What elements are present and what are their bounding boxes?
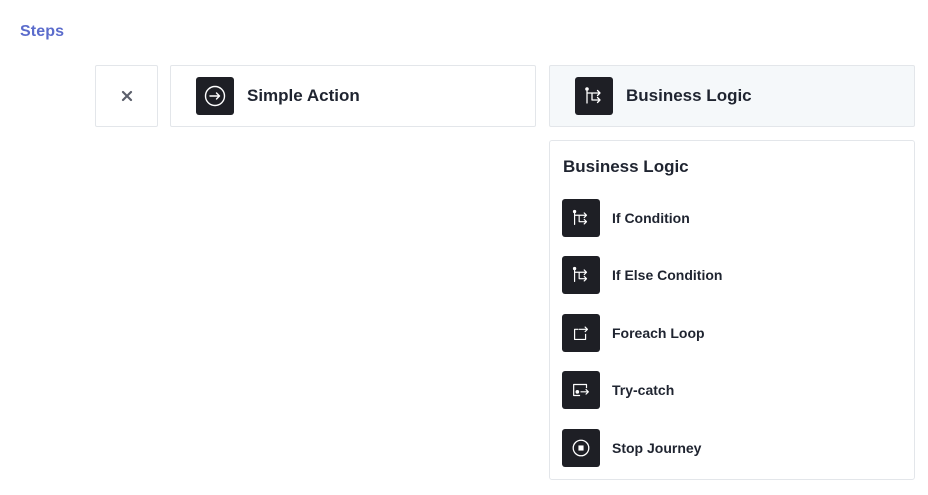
- simple-action-label: Simple Action: [247, 86, 360, 105]
- menu-item-if-else-condition[interactable]: If Else Condition: [562, 247, 902, 305]
- business-logic-label: Business Logic: [626, 86, 752, 105]
- steps-panel: Steps Simple Action Business Logic Busin…: [0, 0, 928, 495]
- menu-item-label: Try-catch: [612, 382, 675, 399]
- menu-item-try-catch[interactable]: Try-catch: [562, 362, 902, 420]
- menu-item-label: If Else Condition: [612, 267, 723, 284]
- section-title: Steps: [20, 23, 65, 40]
- loop-icon: [562, 313, 600, 352]
- menu-item-if-condition[interactable]: If Condition: [562, 189, 902, 247]
- try-catch-icon: [562, 371, 600, 410]
- stop-icon: [562, 428, 600, 467]
- simple-action-option[interactable]: Simple Action: [170, 65, 536, 127]
- close-button[interactable]: [95, 65, 158, 127]
- menu-item-label: Foreach Loop: [612, 324, 705, 341]
- business-logic-menu: If Condition If Else Condition Foreach L…: [562, 189, 902, 477]
- business-logic-option[interactable]: Business Logic: [549, 65, 915, 127]
- arrow-circle-icon: [196, 77, 234, 115]
- dropdown-title: Business Logic: [563, 157, 689, 176]
- branch-icon: [562, 256, 600, 295]
- branch-icon: [562, 198, 600, 237]
- menu-item-label: Stop Journey: [612, 439, 702, 456]
- close-icon: [121, 90, 132, 102]
- menu-item-label: If Condition: [612, 209, 690, 226]
- branch-icon: [575, 77, 613, 115]
- menu-item-stop-journey[interactable]: Stop Journey: [562, 419, 902, 477]
- menu-item-foreach-loop[interactable]: Foreach Loop: [562, 304, 902, 362]
- business-logic-dropdown: Business Logic If Condition If Else Cond…: [549, 140, 915, 480]
